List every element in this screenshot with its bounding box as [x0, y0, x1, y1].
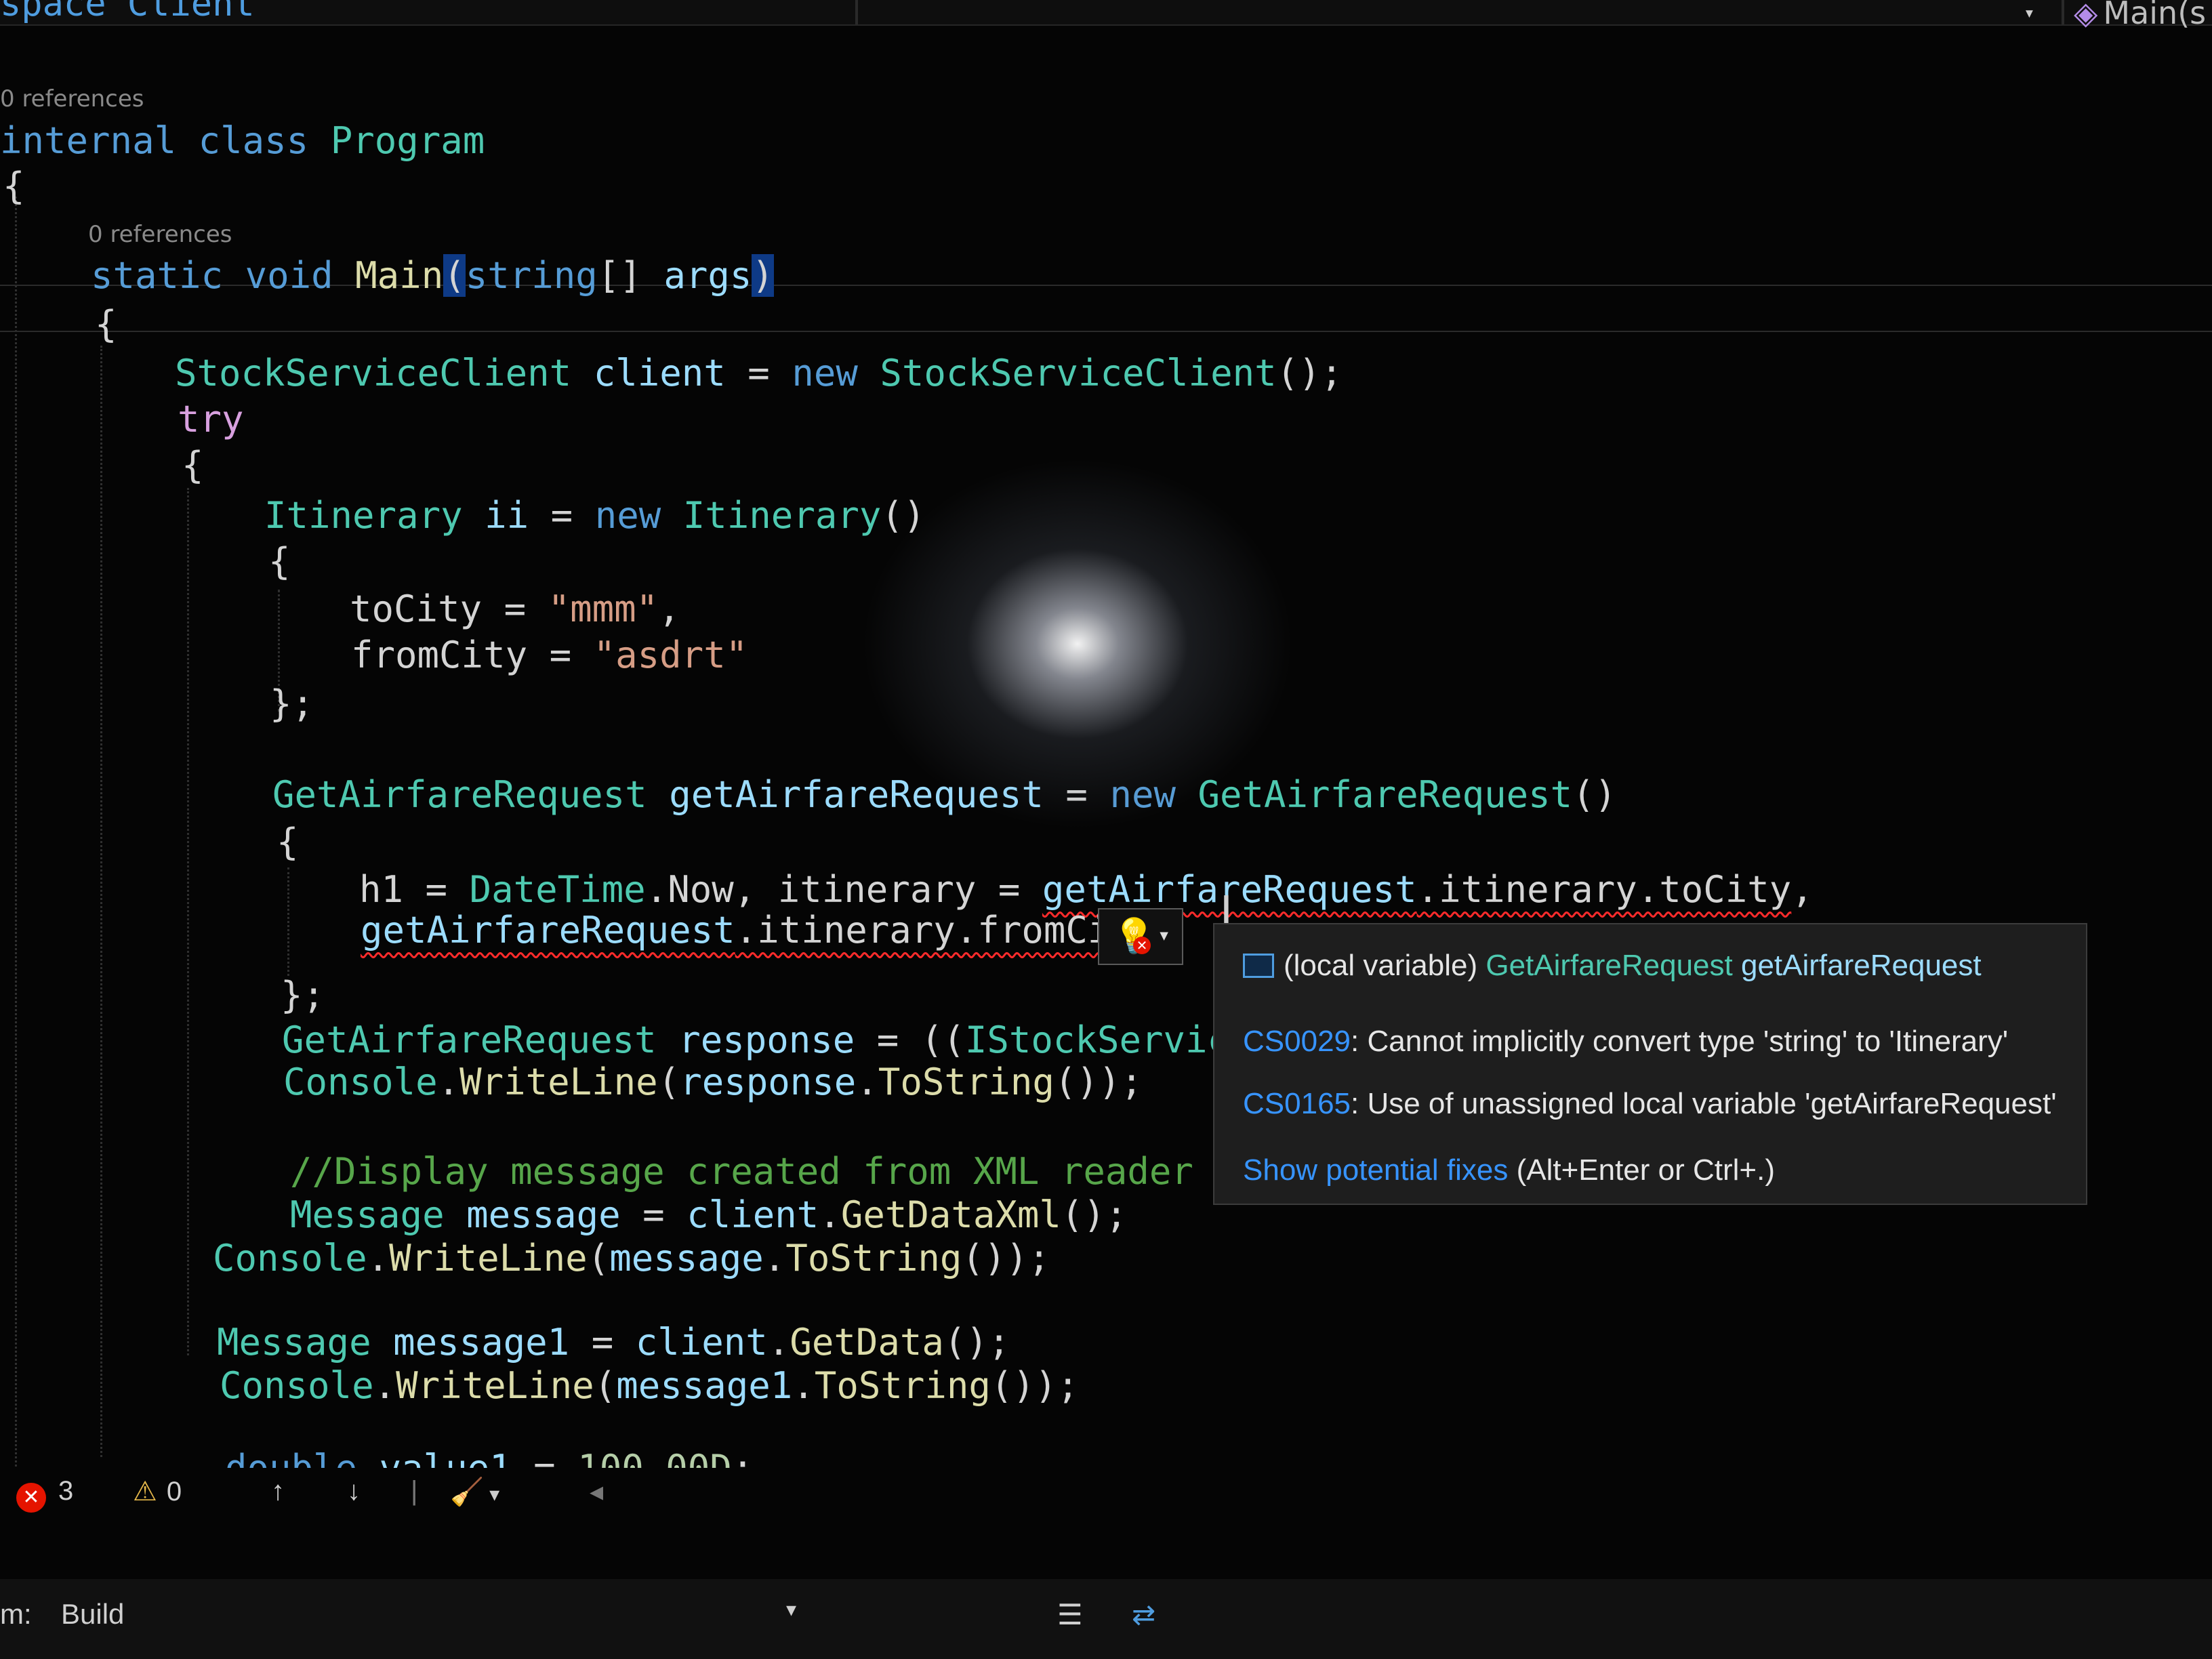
code-line-brace: { [276, 821, 299, 863]
code-line-close: }; [270, 682, 314, 725]
warning-icon: ⚠ [133, 1477, 157, 1507]
show-potential-fixes-link[interactable]: Show potential fixes [1243, 1153, 1508, 1187]
code-line-comment: //Display message created from XML reade… [290, 1150, 1193, 1193]
toolbar-separator: | [411, 1476, 418, 1506]
tooltip-type-link[interactable]: GetAirfareRequest [1486, 949, 1732, 982]
arrow-up-icon: ↑ [271, 1476, 285, 1506]
codelens-references[interactable]: 0 references [0, 85, 144, 112]
code-line-fromcity: fromCity = "asdrt" [351, 634, 748, 676]
code-line-message: Message message = client.GetDataXml(); [290, 1193, 1128, 1236]
code-line-class: internal class Program [0, 119, 485, 162]
warning-count-indicator[interactable]: ⚠ 0 [133, 1476, 182, 1507]
tooltip-fixes: Show potential fixes (Alt+Enter or Ctrl+… [1243, 1153, 1776, 1187]
broom-icon: 🧹 [450, 1477, 484, 1507]
indent-guide [187, 488, 189, 1355]
code-line-brace: { [182, 444, 204, 487]
chevron-down-icon[interactable]: ▾ [786, 1598, 796, 1622]
status-label: m: [0, 1598, 32, 1630]
chevron-down-icon: ▾ [483, 1483, 500, 1506]
code-line-tocity: toCity = "mmm", [350, 588, 680, 630]
code-line-brace: { [3, 165, 25, 207]
scroll-left-icon[interactable]: ◂ [590, 1476, 603, 1507]
indent-guide [15, 197, 17, 1471]
code-line-try: try [178, 398, 244, 441]
local-variable-icon [1243, 954, 1274, 978]
code-line-brace: { [268, 540, 291, 583]
code-line-h1: h1 = DateTime.Now, itinerary = getAirfar… [359, 868, 1814, 911]
next-issue-button[interactable]: ↓ [347, 1476, 361, 1507]
error-icon: ✕ [16, 1483, 46, 1513]
previous-issue-button[interactable]: ↑ [271, 1476, 285, 1507]
tooltip-error-1: CS0029: Cannot implicitly convert type '… [1243, 1025, 2009, 1058]
error-count-indicator[interactable]: ✕ 3 [16, 1476, 73, 1513]
status-bar: m: Build ▾ ☰ ⇄ [0, 1579, 2212, 1659]
tooltip-error-2: CS0165: Use of unassigned local variable… [1243, 1087, 2057, 1120]
error-code-link[interactable]: CS0165 [1243, 1087, 1351, 1120]
codelens-references[interactable]: 0 references [88, 221, 232, 248]
code-line-from: getAirfareRequest.itinerary.fromCity [361, 909, 1154, 951]
code-line-message1: Message message1 = client.GetData(); [217, 1321, 1010, 1364]
nav-divider [2062, 0, 2064, 24]
word-wrap-icon[interactable]: ⇄ [1132, 1598, 1155, 1631]
code-line-response: GetAirfareRequest response = ((IStockSer… [282, 1019, 1296, 1061]
quick-info-tooltip: (local variable) GetAirfareRequest getAi… [1213, 923, 2087, 1205]
output-list-icon[interactable]: ☰ [1057, 1598, 1083, 1631]
code-line-console-3: Console.WriteLine(message1.ToString()); [220, 1364, 1079, 1407]
error-icon: ✕ [1133, 937, 1151, 954]
editor-error-bar: ✕ 3 ⚠ 0 ↑ ↓ | 🧹 ▾ ◂ [0, 1468, 2212, 1517]
code-line-close: }; [281, 974, 325, 1017]
indent-guide [287, 867, 289, 976]
namespace-dropdown[interactable]: space Client [0, 0, 255, 24]
tooltip-symbol-info: (local variable) GetAirfareRequest getAi… [1243, 949, 1982, 983]
code-line-console-2: Console.WriteLine(message.ToString()); [213, 1237, 1050, 1279]
code-line-client: StockServiceClient client = new StockSer… [175, 352, 1343, 394]
navigation-bar: space Client ▾ ◈ Main(s [0, 0, 2212, 31]
arrow-down-icon: ↓ [347, 1476, 361, 1506]
quick-actions-button[interactable]: 💡 ✕ ▾ [1098, 908, 1183, 965]
chevron-down-icon: ▾ [1158, 922, 1171, 947]
error-code-link[interactable]: CS0029 [1243, 1025, 1351, 1058]
chevron-down-icon[interactable]: ▾ [2024, 1, 2035, 24]
code-line-main: static void Main(string[] args) [91, 254, 774, 297]
build-configuration[interactable]: Build [61, 1598, 124, 1631]
indent-guide [100, 346, 102, 1457]
error-squiggle-reference[interactable]: getAirfareRequest [361, 909, 735, 951]
code-line-getairfare: GetAirfareRequest getAirfareRequest = ne… [272, 773, 1617, 816]
code-line-brace: { [95, 303, 117, 346]
code-editor[interactable]: 0 references internal class Program { 0 … [0, 27, 2212, 1490]
code-line-console-1: Console.WriteLine(response.ToString()); [283, 1061, 1143, 1103]
nav-divider [855, 0, 858, 24]
code-cleanup-button[interactable]: 🧹 ▾ [450, 1476, 499, 1508]
code-line-itinerary: Itinerary ii = new Itinerary() [264, 494, 926, 537]
